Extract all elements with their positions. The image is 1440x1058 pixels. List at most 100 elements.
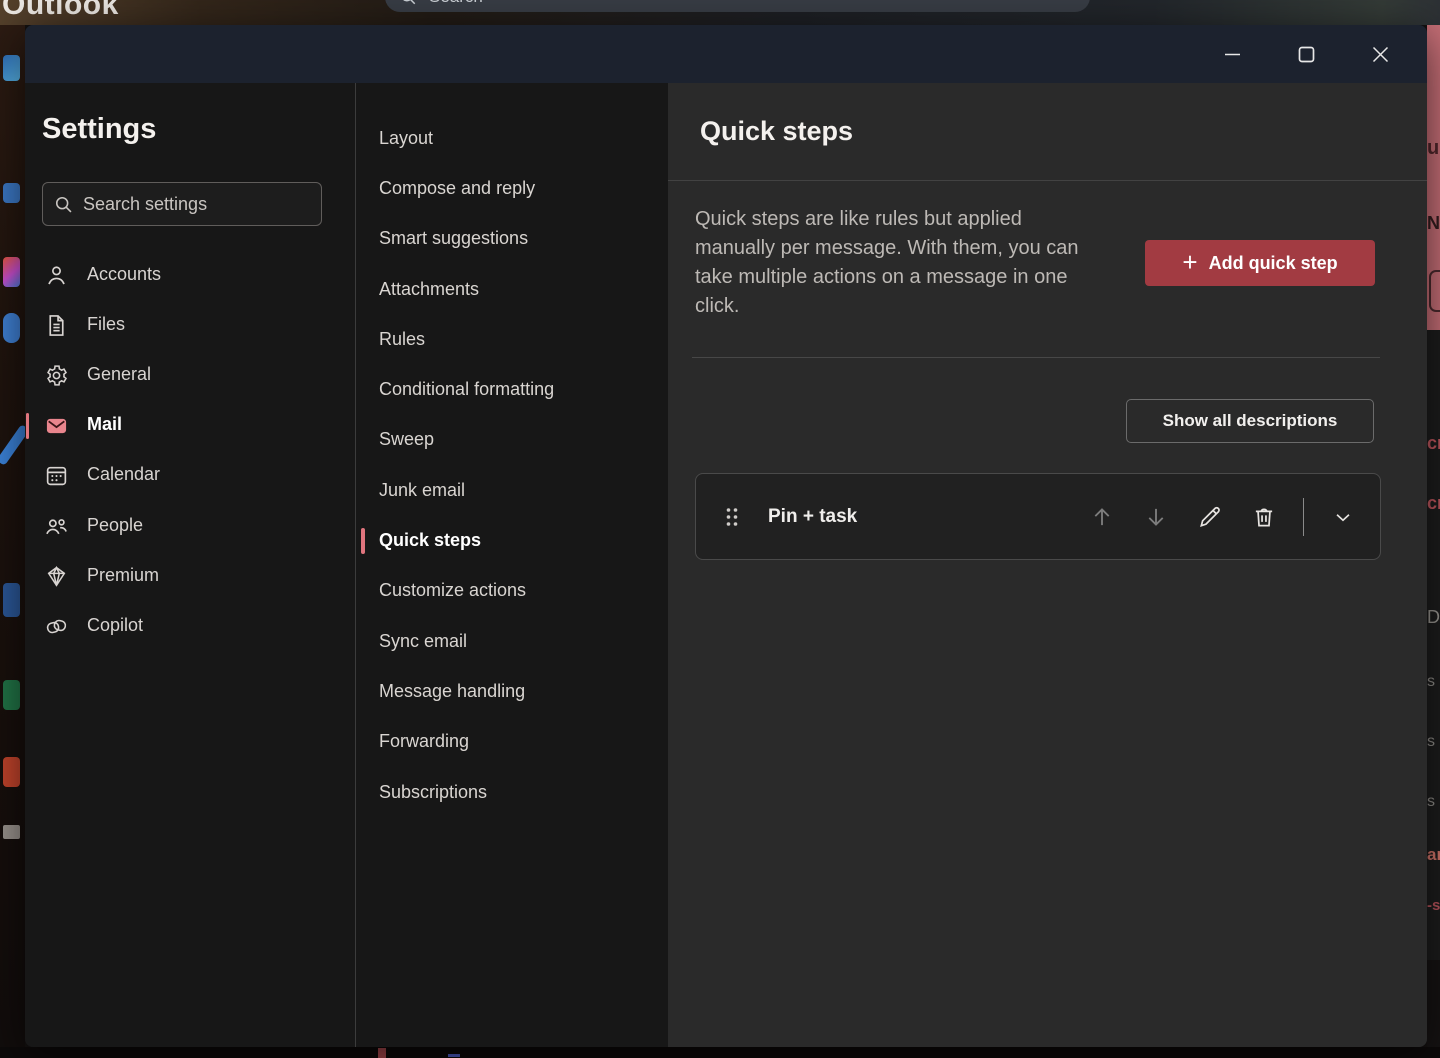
sidebar-item-files[interactable]: Files [25,300,355,350]
maximize-icon [1298,46,1315,63]
minimize-icon [1223,45,1242,64]
app-icon-fragment [3,583,20,617]
mail-sections-nav: Layout Compose and reply Smart suggestio… [355,83,668,1047]
section-item-subscriptions[interactable]: Subscriptions [356,767,668,817]
envelope-icon [44,413,69,438]
delete-button[interactable] [1249,502,1279,532]
calendar-icon [44,463,69,488]
pencil-icon [1197,504,1223,530]
background-fragment [378,1048,386,1058]
section-item-label: Sync email [379,631,467,652]
section-item-label: Junk email [379,480,465,501]
close-button[interactable] [1351,32,1409,76]
section-item-label: Compose and reply [379,178,535,199]
edit-button[interactable] [1195,502,1225,532]
arrow-down-icon [1143,504,1169,530]
section-item-message-handling[interactable]: Message handling [356,666,668,716]
background-fragment: -s [1427,897,1440,914]
section-item-attachments[interactable]: Attachments [356,264,668,314]
sidebar-item-label: Accounts [87,264,161,287]
add-quick-step-label: Add quick step [1209,253,1338,274]
settings-search-box[interactable] [42,182,322,226]
settings-search-input[interactable] [83,194,311,215]
chevron-down-icon [1332,506,1354,528]
section-item-label: Quick steps [379,530,481,551]
quick-step-row: Pin + task [695,473,1381,560]
background-fragment: De [1427,607,1440,628]
app-icon-fragment [3,55,20,81]
section-item-compose-and-reply[interactable]: Compose and reply [356,163,668,213]
move-up-button[interactable] [1087,502,1117,532]
move-down-button[interactable] [1141,502,1171,532]
dialog-titlebar [25,25,1427,83]
section-item-customize-actions[interactable]: Customize actions [356,566,668,616]
dialog-body: Settings Accounts [25,83,1427,1047]
sidebar-item-mail[interactable]: Mail [25,401,355,451]
section-item-label: Sweep [379,429,434,450]
sidebar-item-accounts[interactable]: Accounts [25,250,355,300]
sidebar-item-general[interactable]: General [25,350,355,400]
section-item-sync-email[interactable]: Sync email [356,616,668,666]
section-item-label: Layout [379,128,433,149]
section-item-label: Conditional formatting [379,379,554,400]
background-dark-fragment [1427,960,1440,1047]
search-icon [399,0,417,6]
app-icon-fragment [3,313,20,343]
sidebar-item-label: Premium [87,565,159,588]
background-fragment: u [1427,137,1439,160]
background-outline-fragment [1429,270,1440,312]
document-icon [44,313,69,338]
app-icon-fragment [3,825,20,839]
sidebar-item-label: General [87,364,151,387]
background-left-rail [0,25,25,1047]
trash-icon [1251,504,1277,530]
section-item-forwarding[interactable]: Forwarding [356,717,668,767]
drag-handle[interactable] [720,502,744,532]
background-search-bar[interactable]: Search [385,0,1090,12]
divider [668,180,1427,181]
background-fragment: s [1427,793,1435,811]
settings-dialog: Settings Accounts [25,25,1427,1047]
app-icon-fragment [3,680,20,710]
selected-indicator [361,528,365,554]
screen: Outlook Search u N cr cr De s s s ar [0,0,1440,1058]
sidebar-item-premium[interactable]: Premium [25,551,355,601]
panel-title: Quick steps [700,116,853,147]
section-item-layout[interactable]: Layout [356,113,668,163]
section-item-smart-suggestions[interactable]: Smart suggestions [356,214,668,264]
app-icon-fragment [3,757,20,787]
quick-steps-description: Quick steps are like rules but applied m… [695,205,1097,321]
background-fragment: cr [1427,493,1440,514]
gear-icon [44,363,69,388]
background-fragment: N [1427,213,1440,234]
maximize-button[interactable] [1277,32,1335,76]
sidebar-item-label: Calendar [87,464,160,487]
section-item-sweep[interactable]: Sweep [356,415,668,465]
search-icon [53,194,74,215]
section-item-quick-steps[interactable]: Quick steps [356,515,668,565]
section-item-junk-email[interactable]: Junk email [356,465,668,515]
section-item-rules[interactable]: Rules [356,314,668,364]
sidebar-item-people[interactable]: People [25,501,355,551]
divider [1303,498,1305,536]
copilot-icon [44,614,69,639]
show-all-descriptions-button[interactable]: Show all descriptions [1126,399,1374,443]
quick-step-name: Pin + task [768,506,857,528]
sidebar-item-calendar[interactable]: Calendar [25,451,355,501]
background-pink-band: u N [1427,25,1440,330]
arrow-up-icon [1089,504,1115,530]
background-titlebar: Outlook Search [0,0,1440,25]
section-item-label: Attachments [379,279,479,300]
minimize-button[interactable] [1203,32,1261,76]
section-item-label: Rules [379,329,425,350]
sidebar-item-copilot[interactable]: Copilot [25,601,355,651]
expand-button[interactable] [1328,502,1358,532]
settings-nav: Accounts Files General [25,250,355,652]
section-item-conditional-formatting[interactable]: Conditional formatting [356,364,668,414]
person-icon [44,263,69,288]
close-icon [1371,45,1390,64]
background-fragment [448,1054,460,1057]
add-quick-step-button[interactable]: + Add quick step [1145,240,1375,286]
section-item-label: Smart suggestions [379,228,528,249]
sidebar-item-label: Files [87,314,125,337]
